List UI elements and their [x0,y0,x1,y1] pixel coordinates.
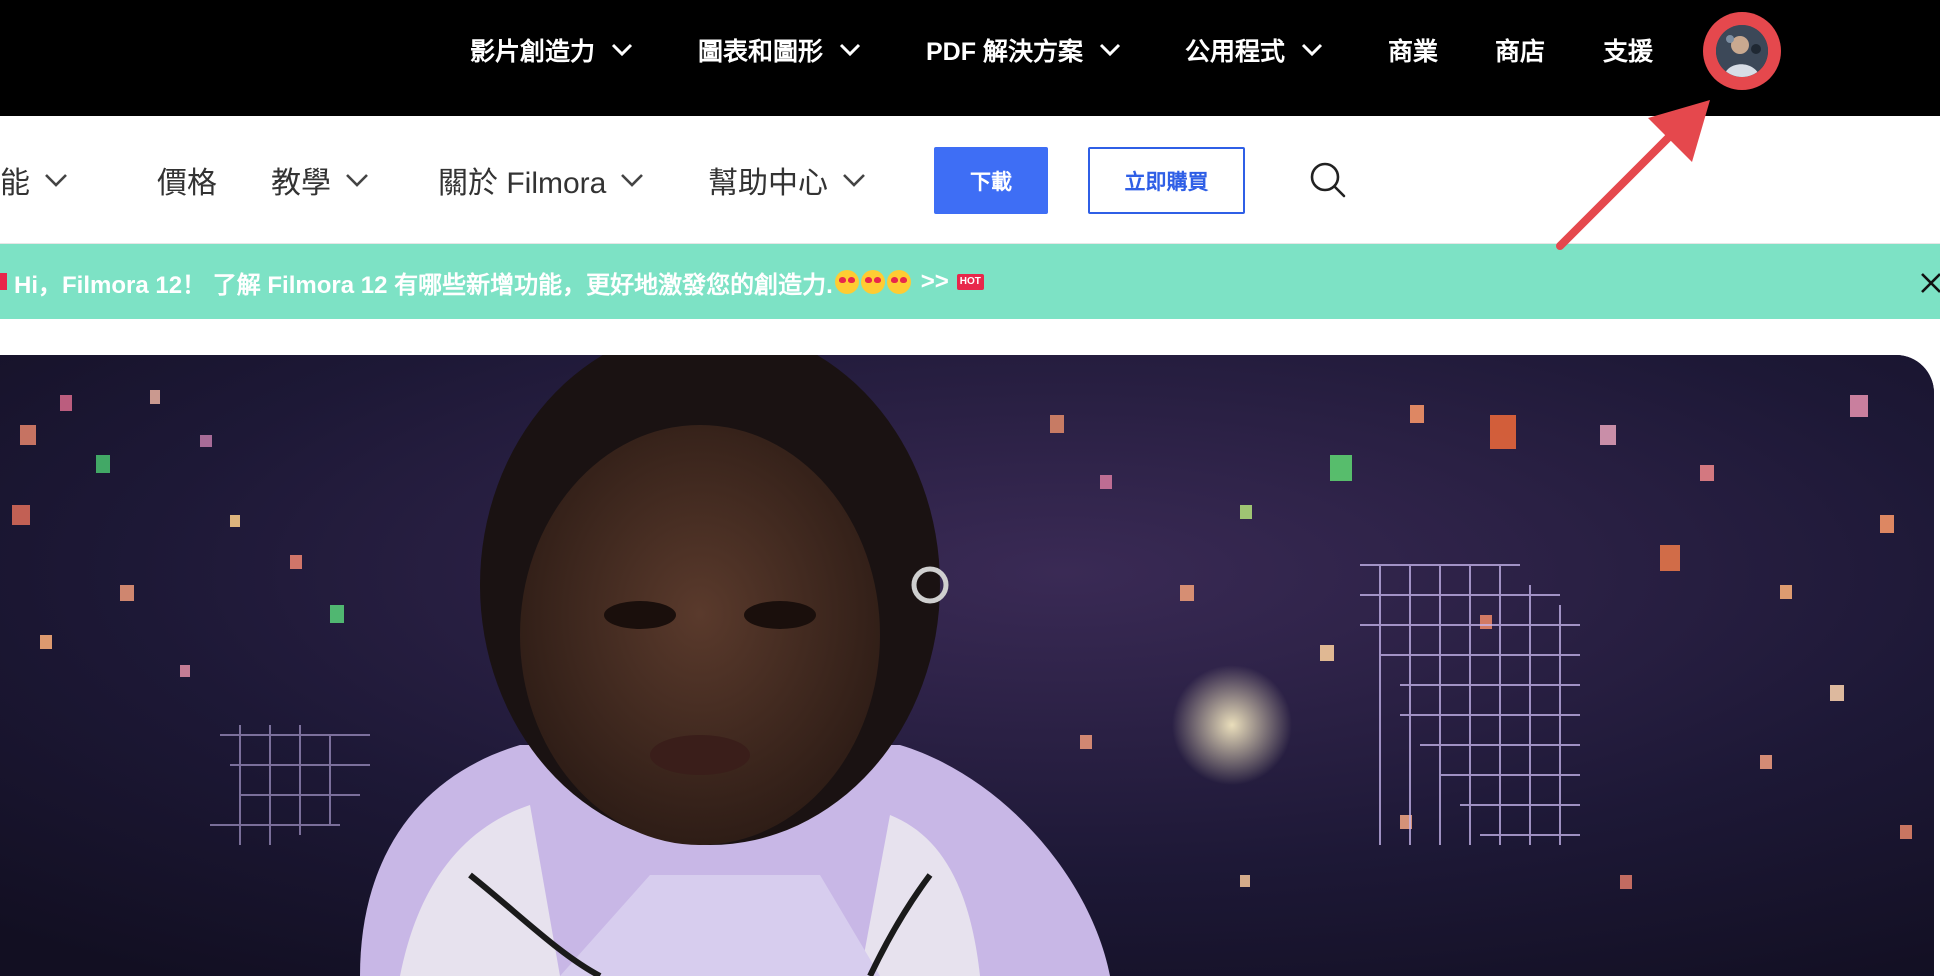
product-nav-item-label: 關於 Filmora [438,167,607,200]
red-arrow-icon [1540,96,1720,256]
product-nav-item-pricing[interactable]: 價格 [157,160,217,200]
user-avatar-icon [1716,25,1768,77]
hot-tag-icon [0,273,7,290]
promo-banner-link[interactable]: Hi，Filmora 12！ 了解 Filmora 12 有哪些新增功能，更好地… [14,264,984,300]
global-nav-item-label: 公用程式 [1185,38,1286,66]
chevron-down-icon [842,173,866,187]
chevron-down-icon [345,173,369,187]
hero-video-frame[interactable] [0,355,1934,976]
avatar-button[interactable] [1703,12,1781,90]
promo-banner-text: Hi，Filmora 12！ 了解 Filmora 12 有哪些新增功能，更好地… [14,271,833,299]
product-nav-item-label: 價格 [157,167,217,200]
product-nav-item-about[interactable]: 關於 Filmora [438,160,644,200]
chevron-down-icon [839,43,861,57]
global-nav-item-label: 商店 [1495,38,1546,66]
global-nav-item-business[interactable]: 商業 [1388,32,1438,68]
global-nav-item-pdf[interactable]: PDF 解決方案 [926,32,1121,68]
global-nav-item-video-creativity[interactable]: 影片創造力 [470,32,633,68]
product-nav-item-label: 幫助中心 [708,167,828,200]
heart-eyes-emoji-icon [860,270,885,294]
chevron-down-icon [44,173,68,187]
heart-eyes-emoji-icon [886,270,911,294]
product-nav-item-label: 教學 [271,167,331,200]
global-nav-item-label: 圖表和圖形 [698,38,824,66]
global-nav-item-label: 影片創造力 [470,38,596,66]
chevron-down-icon [620,173,644,187]
close-icon[interactable] [1916,268,1940,296]
chevron-down-icon [1301,43,1323,57]
product-nav-item-label: 功能 [0,167,30,200]
product-nav-item-features[interactable]: 功能 [0,160,68,200]
global-nav-item-store[interactable]: 商店 [1495,32,1545,68]
hero-video-image [0,355,1934,976]
global-nav-item-support[interactable]: 支援 [1603,32,1653,68]
chevron-down-icon [611,43,633,57]
product-nav-item-tutorials[interactable]: 教學 [271,160,369,200]
download-button[interactable]: 下載 [934,147,1048,214]
global-nav-item-label: 支援 [1603,38,1654,66]
global-nav-item-label: PDF 解決方案 [926,38,1083,66]
hot-badge: HOT [956,274,984,290]
search-icon[interactable] [1308,160,1348,200]
global-nav-item-utilities[interactable]: 公用程式 [1185,32,1323,68]
chevron-down-icon [1099,43,1121,57]
global-nav-item-label: 商業 [1388,38,1439,66]
global-nav-item-diagrams[interactable]: 圖表和圖形 [698,32,861,68]
promo-banner-arrow-text: >> [920,268,949,295]
buy-now-button[interactable]: 立即購買 [1088,147,1245,214]
product-nav-item-help-center[interactable]: 幫助中心 [708,160,866,200]
heart-eyes-emoji-icon [834,270,859,294]
